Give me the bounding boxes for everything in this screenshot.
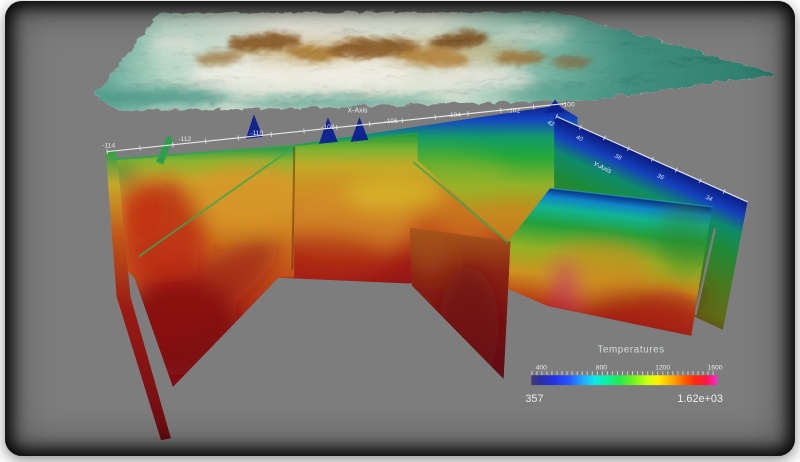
render-viewport[interactable]: X-Axis -114 -112 -110 -108 -106 -104 -10… — [5, 1, 795, 456]
legend-tick: 800 — [596, 364, 607, 371]
legend-tick-labels: 400 800 1200 1600 — [536, 364, 723, 371]
x-tick: -112 — [178, 136, 191, 143]
x-tick: -100 — [561, 101, 575, 108]
legend-tick: 400 — [536, 364, 547, 371]
x-tick: -104 — [448, 112, 462, 119]
temperature-slices — [106, 99, 748, 440]
color-legend[interactable]: Temperatures 400 800 1200 1600 357 1.62e… — [525, 345, 723, 405]
x-tick: -114 — [102, 143, 115, 150]
slice-panel-front-right — [507, 188, 716, 340]
x-tick: -106 — [384, 118, 398, 125]
screenshot-root: X-Axis -114 -112 -110 -108 -106 -104 -10… — [0, 0, 800, 462]
legend-max-value: 1.62e+03 — [677, 393, 723, 405]
legend-colorbar[interactable] — [531, 375, 717, 385]
x-tick: -102 — [507, 107, 521, 114]
legend-tick: 1200 — [655, 364, 670, 371]
terrain-surface — [92, 10, 776, 109]
slice-panel-x-106 — [410, 218, 511, 385]
x-tick: -110 — [250, 130, 263, 137]
x-tick: -108 — [321, 124, 335, 131]
legend-title: Temperatures — [597, 345, 664, 356]
legend-min-value: 357 — [525, 393, 543, 405]
render-view-3d[interactable]: X-Axis -114 -112 -110 -108 -106 -104 -10… — [5, 1, 795, 456]
legend-tick: 1600 — [708, 364, 723, 371]
x-axis-title: X-Axis — [348, 107, 368, 114]
